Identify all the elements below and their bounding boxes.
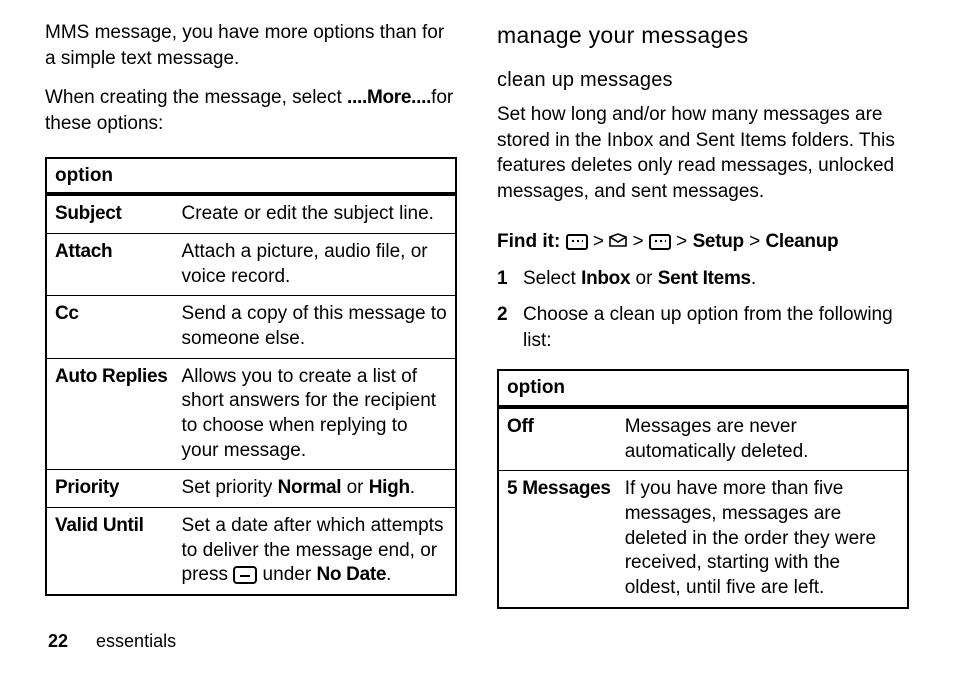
step-2: 2 Choose a clean up option from the foll…: [497, 302, 909, 353]
txt: Select: [523, 268, 581, 289]
heading-manage: manage your messages: [497, 20, 909, 51]
table-row: Subject Create or edit the subject line.: [46, 194, 456, 233]
txt: .: [751, 268, 756, 289]
row-label: Priority: [46, 470, 174, 508]
table-row: Off Messages are never automatically del…: [498, 407, 908, 471]
table-row: Cc Send a copy of this message to someon…: [46, 296, 456, 358]
intro-paragraph-2: When creating the message, select ....Mo…: [45, 85, 457, 136]
table-row: Auto Replies Allows you to create a list…: [46, 358, 456, 470]
row-desc: Set a date after which attempts to deliv…: [174, 508, 456, 596]
options-table-left: option Subject Create or edit the subjec…: [45, 157, 457, 597]
intro-paragraph-1: MMS message, you have more options than …: [45, 20, 457, 71]
row-label: Attach: [46, 233, 174, 295]
txt: Set priority: [182, 477, 278, 498]
options-table-right: option Off Messages are never automatica…: [497, 369, 909, 608]
right-column: manage your messages clean up messages S…: [497, 20, 909, 615]
find-it-path: Find it: > > > Setup > Cleanup: [497, 229, 909, 255]
row-desc: Send a copy of this message to someone e…: [174, 296, 456, 358]
txt: or: [630, 268, 657, 289]
txt: .: [410, 477, 415, 498]
softkey-icon: [233, 566, 257, 584]
table-row: Attach Attach a picture, audio file, or …: [46, 233, 456, 295]
txt: or: [341, 477, 368, 498]
row-desc: Allows you to create a list of short ans…: [174, 358, 456, 470]
row-desc: Create or edit the subject line.: [174, 194, 456, 233]
page-number: 22: [48, 631, 68, 651]
section-name: essentials: [96, 631, 176, 651]
cleanup-paragraph: Set how long and/or how many messages ar…: [497, 102, 909, 205]
table-header: option: [46, 158, 456, 195]
heading-cleanup: clean up messages: [497, 67, 909, 94]
step-text: Choose a clean up option from the follow…: [523, 302, 909, 353]
path-cleanup: Cleanup: [766, 231, 839, 252]
more-label: ....More....: [347, 87, 431, 108]
intro-2a: When creating the message, select: [45, 87, 347, 108]
left-column: MMS message, you have more options than …: [45, 20, 457, 615]
menu-icon: [649, 234, 671, 250]
path-setup: Setup: [693, 231, 744, 252]
page-content: MMS message, you have more options than …: [0, 0, 954, 615]
table-header: option: [498, 370, 908, 407]
sent-items-label: Sent Items: [658, 268, 751, 289]
messages-icon: [609, 233, 627, 249]
row-desc: Set priority Normal or High.: [174, 470, 456, 508]
row-label: Cc: [46, 296, 174, 358]
row-label: Auto Replies: [46, 358, 174, 470]
step-number: 1: [497, 266, 509, 292]
table-row: Priority Set priority Normal or High.: [46, 470, 456, 508]
normal-label: Normal: [278, 477, 342, 498]
menu-icon: [566, 234, 588, 250]
step-text: Select Inbox or Sent Items.: [523, 266, 909, 292]
row-desc: Attach a picture, audio file, or voice r…: [174, 233, 456, 295]
step-number: 2: [497, 302, 509, 353]
no-date-label: No Date: [316, 564, 386, 585]
page-footer: 22 essentials: [48, 629, 176, 653]
inbox-label: Inbox: [581, 268, 630, 289]
row-label: Valid Until: [46, 508, 174, 596]
txt: .: [386, 564, 391, 585]
find-it-label: Find it:: [497, 231, 566, 252]
txt: under: [257, 564, 316, 585]
high-label: High: [369, 477, 410, 498]
row-desc: If you have more than five messages, mes…: [617, 471, 908, 608]
table-row: 5 Messages If you have more than five me…: [498, 471, 908, 608]
row-label: 5 Messages: [498, 471, 617, 608]
step-1: 1 Select Inbox or Sent Items.: [497, 266, 909, 292]
table-row: Valid Until Set a date after which attem…: [46, 508, 456, 596]
row-desc: Messages are never automatically deleted…: [617, 407, 908, 471]
row-label: Subject: [46, 194, 174, 233]
row-label: Off: [498, 407, 617, 471]
